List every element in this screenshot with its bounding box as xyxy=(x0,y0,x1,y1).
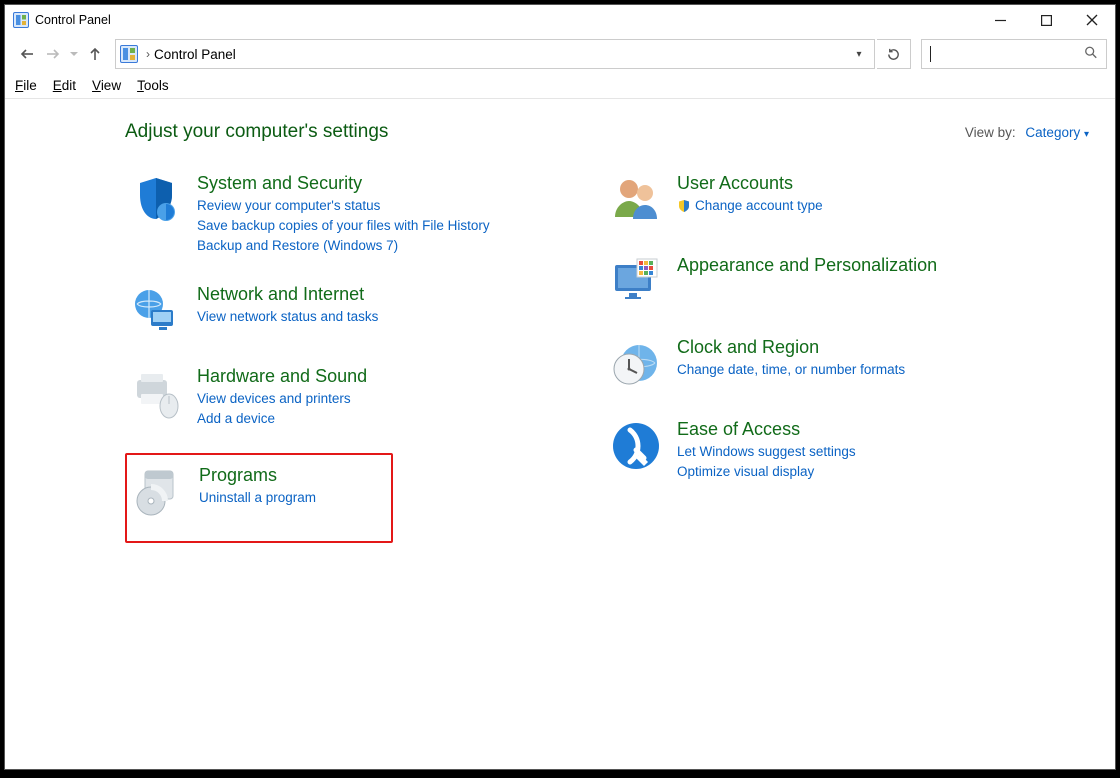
category-clock-region: Clock and Region Change date, time, or n… xyxy=(605,333,1025,395)
category-title[interactable]: User Accounts xyxy=(677,173,823,194)
category-hardware-sound: Hardware and Sound View devices and prin… xyxy=(125,362,545,433)
menu-view[interactable]: View xyxy=(92,78,121,93)
category-link[interactable]: Backup and Restore (Windows 7) xyxy=(197,236,490,256)
address-history-dropdown-icon[interactable]: ▾ xyxy=(848,49,870,60)
category-link[interactable]: Uninstall a program xyxy=(199,488,316,508)
address-icon xyxy=(120,45,138,63)
maximize-button[interactable] xyxy=(1023,5,1069,35)
category-title[interactable]: Programs xyxy=(199,465,316,486)
recent-dropdown-icon[interactable] xyxy=(67,42,81,66)
category-column-left: System and Security Review your computer… xyxy=(125,169,545,557)
content-area: Adjust your computer's settings View by:… xyxy=(5,99,1115,769)
window-title: Control Panel xyxy=(35,13,111,27)
uac-shield-icon xyxy=(677,199,691,213)
category-link[interactable]: Save backup copies of your files with Fi… xyxy=(197,216,490,236)
category-column-right: User Accounts Change account type xyxy=(605,169,1025,557)
category-link[interactable]: Let Windows suggest settings xyxy=(677,442,856,462)
category-title[interactable]: Ease of Access xyxy=(677,419,856,440)
monitor-personalize-icon[interactable] xyxy=(609,255,663,309)
forward-button[interactable] xyxy=(41,42,65,66)
up-button[interactable] xyxy=(83,42,107,66)
address-bar[interactable]: › Control Panel ▾ xyxy=(115,39,875,69)
programs-disc-icon[interactable] xyxy=(131,465,185,519)
view-by-dropdown[interactable]: Category ▾ xyxy=(1025,125,1089,140)
printer-mouse-icon[interactable] xyxy=(129,366,183,420)
titlebar: Control Panel xyxy=(5,5,1115,35)
search-icon xyxy=(1084,46,1098,63)
category-title[interactable]: Hardware and Sound xyxy=(197,366,367,387)
globe-network-icon[interactable] xyxy=(129,284,183,338)
page-title: Adjust your computer's settings xyxy=(125,121,388,143)
category-link[interactable]: Optimize visual display xyxy=(677,462,856,482)
close-button[interactable] xyxy=(1069,5,1115,35)
menu-tools[interactable]: Tools xyxy=(137,78,169,93)
clock-globe-icon[interactable] xyxy=(609,337,663,391)
search-cursor xyxy=(930,46,931,62)
category-link[interactable]: Change date, time, or number formats xyxy=(677,360,905,380)
chevron-down-icon: ▾ xyxy=(1084,129,1089,140)
control-panel-window: Control Panel › Control Panel xyxy=(4,4,1116,770)
view-by-label: View by: xyxy=(965,125,1016,140)
category-ease-of-access: Ease of Access Let Windows suggest setti… xyxy=(605,415,1025,486)
menu-file[interactable]: File xyxy=(15,78,37,93)
view-by: View by: Category ▾ xyxy=(965,125,1089,140)
back-button[interactable] xyxy=(15,42,39,66)
menu-bar: File Edit View Tools xyxy=(5,73,1115,99)
category-programs: Programs Uninstall a program xyxy=(125,453,393,543)
category-link[interactable]: View devices and printers xyxy=(197,389,367,409)
minimize-button[interactable] xyxy=(977,5,1023,35)
category-title[interactable]: Clock and Region xyxy=(677,337,905,358)
category-title[interactable]: Appearance and Personalization xyxy=(677,255,937,276)
shield-icon[interactable] xyxy=(129,173,183,227)
breadcrumb[interactable]: Control Panel xyxy=(154,47,236,62)
people-icon[interactable] xyxy=(609,173,663,227)
category-user-accounts: User Accounts Change account type xyxy=(605,169,1025,231)
category-title[interactable]: Network and Internet xyxy=(197,284,378,305)
category-link[interactable]: Review your computer's status xyxy=(197,196,490,216)
breadcrumb-separator-icon: › xyxy=(146,47,150,61)
ease-of-access-icon[interactable] xyxy=(609,419,663,473)
category-system-security: System and Security Review your computer… xyxy=(125,169,545,260)
category-title[interactable]: System and Security xyxy=(197,173,490,194)
category-network-internet: Network and Internet View network status… xyxy=(125,280,545,342)
category-appearance-personalization: Appearance and Personalization xyxy=(605,251,1025,313)
category-link[interactable]: View network status and tasks xyxy=(197,307,378,327)
search-input[interactable] xyxy=(921,39,1107,69)
refresh-button[interactable] xyxy=(877,39,911,69)
category-link[interactable]: Change account type xyxy=(677,196,823,216)
menu-edit[interactable]: Edit xyxy=(53,78,76,93)
nav-toolbar: › Control Panel ▾ xyxy=(5,35,1115,73)
control-panel-icon xyxy=(13,12,29,28)
category-link[interactable]: Add a device xyxy=(197,409,367,429)
